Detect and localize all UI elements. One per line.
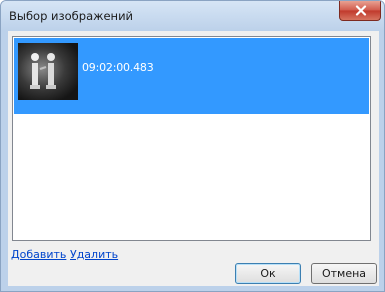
ok-button[interactable]: Ок: [235, 263, 301, 284]
image-list[interactable]: 09:02:00.483: [12, 36, 371, 241]
list-item[interactable]: 09:02:00.483: [14, 38, 369, 114]
image-selection-dialog: Выбор изображений 09:02:00.483 Добавить …: [0, 0, 385, 292]
cancel-button[interactable]: Отмена: [311, 263, 377, 284]
person-figure-icon: [30, 53, 56, 89]
add-link[interactable]: Добавить: [11, 248, 66, 261]
image-thumbnail: [18, 43, 78, 100]
close-button[interactable]: [339, 1, 381, 21]
remove-link[interactable]: Удалить: [70, 248, 118, 261]
dialog-body: 09:02:00.483 Добавить Удалить Ок Отмена: [8, 31, 379, 286]
window-title: Выбор изображений: [9, 9, 134, 23]
title-bar[interactable]: Выбор изображений: [1, 1, 384, 31]
image-timestamp: 09:02:00.483: [82, 61, 154, 74]
close-icon: [355, 5, 367, 16]
